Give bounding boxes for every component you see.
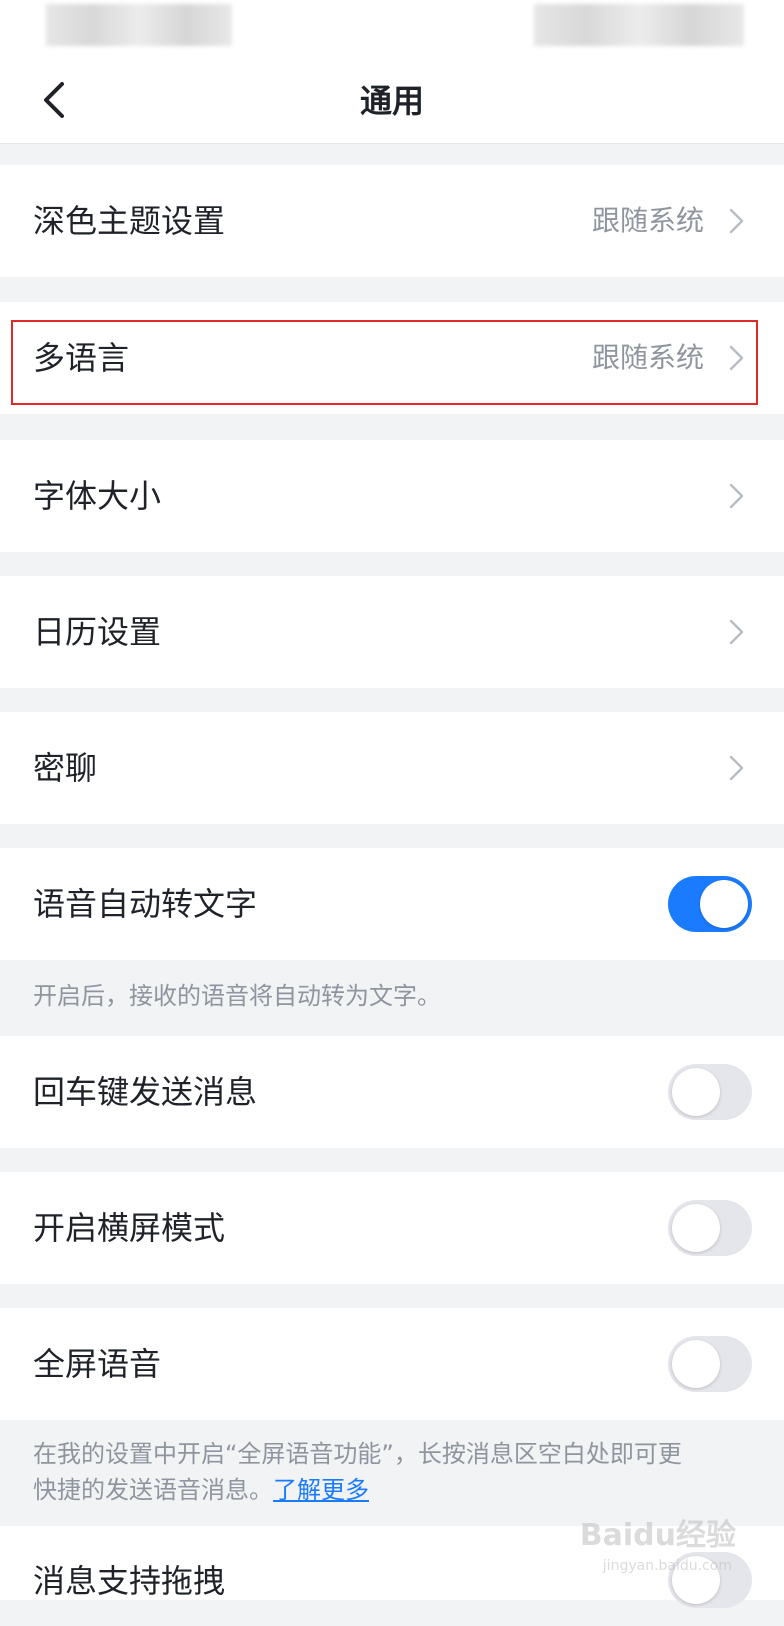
row-label: 消息支持拖拽: [33, 1562, 226, 1600]
toggle-knob: [672, 1340, 720, 1388]
toggle-knob: [672, 1204, 720, 1252]
settings-row-language[interactable]: 多语言 跟随系统: [0, 302, 784, 414]
settings-row-font-size[interactable]: 字体大小: [0, 440, 784, 552]
enter-send-toggle[interactable]: [668, 1064, 752, 1120]
chevron-right-icon: [720, 342, 752, 374]
fullscreen-voice-toggle[interactable]: [668, 1336, 752, 1392]
landscape-toggle[interactable]: [668, 1200, 752, 1256]
chevron-right-icon: [720, 480, 752, 512]
settings-row-landscape: 开启横屏模式: [0, 1172, 784, 1284]
toggle-knob: [700, 880, 748, 928]
settings-row-calendar[interactable]: 日历设置: [0, 576, 784, 688]
toggle-knob: [672, 1068, 720, 1116]
fullscreen-voice-caption: 在我的设置中开启“全屏语音功能”，长按消息区空白处即可更 快捷的发送语音消息。了…: [33, 1436, 753, 1508]
row-label: 多语言: [33, 339, 130, 377]
settings-row-dark-theme[interactable]: 深色主题设置 跟随系统: [0, 165, 784, 277]
chevron-right-icon: [720, 616, 752, 648]
row-value: 跟随系统: [591, 204, 704, 237]
caption-line-2: 快捷的发送语音消息。了解更多: [33, 1472, 753, 1508]
nav-bar: 通用: [0, 60, 784, 144]
row-label: 全屏语音: [33, 1345, 162, 1383]
status-bar-blurred-left: [46, 4, 232, 46]
row-value: 跟随系统: [591, 341, 704, 374]
status-bar: [0, 0, 784, 60]
voice-to-text-caption: 开启后，接收的语音将自动转为文字。: [33, 982, 441, 1010]
watermark-logo: Baidu经验: [579, 1518, 736, 1553]
row-label: 语音自动转文字: [33, 885, 258, 923]
status-bar-blurred-right: [534, 4, 744, 46]
row-label: 密聊: [33, 749, 98, 787]
learn-more-link[interactable]: 了解更多: [273, 1476, 369, 1504]
settings-row-secret-chat[interactable]: 密聊: [0, 712, 784, 824]
row-label: 回车键发送消息: [33, 1073, 258, 1111]
settings-row-enter-send: 回车键发送消息: [0, 1036, 784, 1148]
chevron-right-icon: [720, 205, 752, 237]
row-label: 深色主题设置: [33, 202, 226, 240]
row-label: 日历设置: [33, 613, 162, 651]
voice-to-text-toggle[interactable]: [668, 876, 752, 932]
row-label: 字体大小: [33, 477, 162, 515]
watermark-url: jingyan.baidu.com: [602, 1558, 732, 1574]
settings-row-fullscreen-voice: 全屏语音: [0, 1308, 784, 1420]
chevron-right-icon: [720, 752, 752, 784]
caption-line-2-text: 快捷的发送语音消息。: [33, 1476, 273, 1504]
caption-line-1: 在我的设置中开启“全屏语音功能”，长按消息区空白处即可更: [33, 1440, 682, 1468]
settings-row-voice-to-text: 语音自动转文字: [0, 848, 784, 960]
page-title: 通用: [359, 82, 424, 120]
row-label: 开启横屏模式: [33, 1209, 226, 1247]
